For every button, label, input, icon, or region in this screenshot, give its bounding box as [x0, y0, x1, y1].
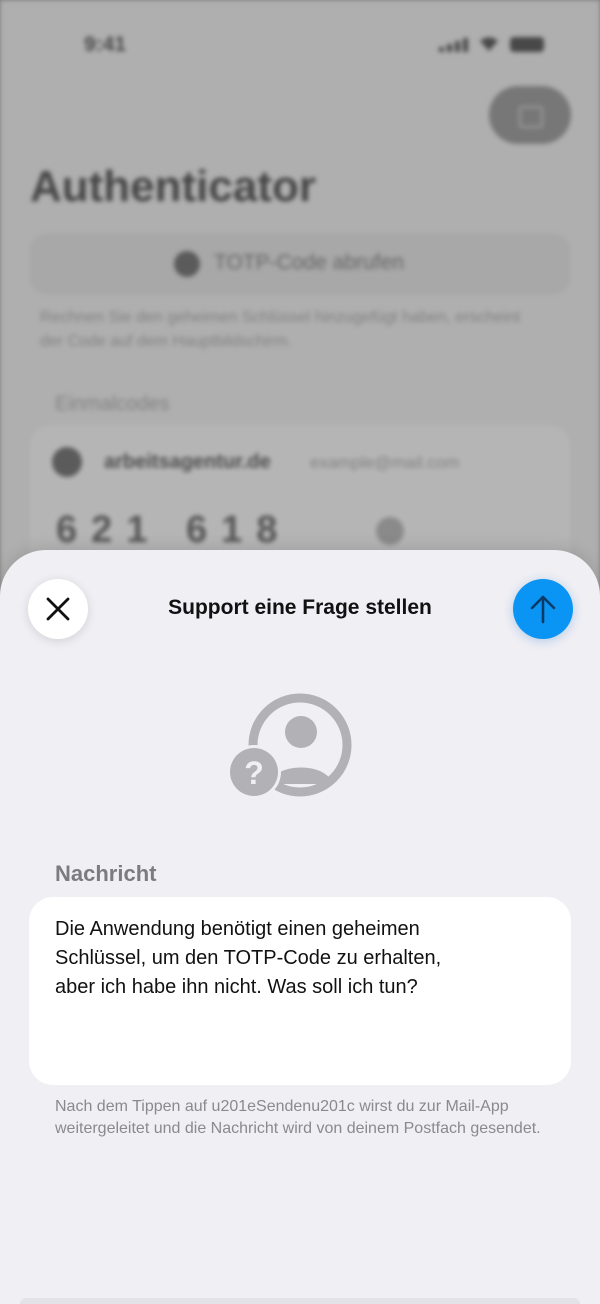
- svg-text:?: ?: [244, 755, 264, 791]
- support-sheet: Support eine Frage stellen ? Nachricht D…: [0, 550, 600, 1304]
- person-question-icon: ?: [227, 693, 352, 799]
- message-text[interactable]: Die Anwendung benötigt einen geheimen Sc…: [55, 915, 545, 1002]
- close-icon: [46, 597, 70, 621]
- arrow-up-icon: [530, 595, 556, 624]
- message-field-label: Nachricht: [55, 861, 157, 886]
- send-button[interactable]: [513, 579, 573, 639]
- message-textarea[interactable]: Die Anwendung benötigt einen geheimen Sc…: [29, 897, 571, 1085]
- sheet-title: Support eine Frage stellen: [168, 596, 432, 619]
- send-hint: Nach dem Tippen auf u201eSendenu201c wir…: [55, 1098, 541, 1137]
- bottom-edge: [20, 1298, 580, 1304]
- close-button[interactable]: [28, 579, 88, 639]
